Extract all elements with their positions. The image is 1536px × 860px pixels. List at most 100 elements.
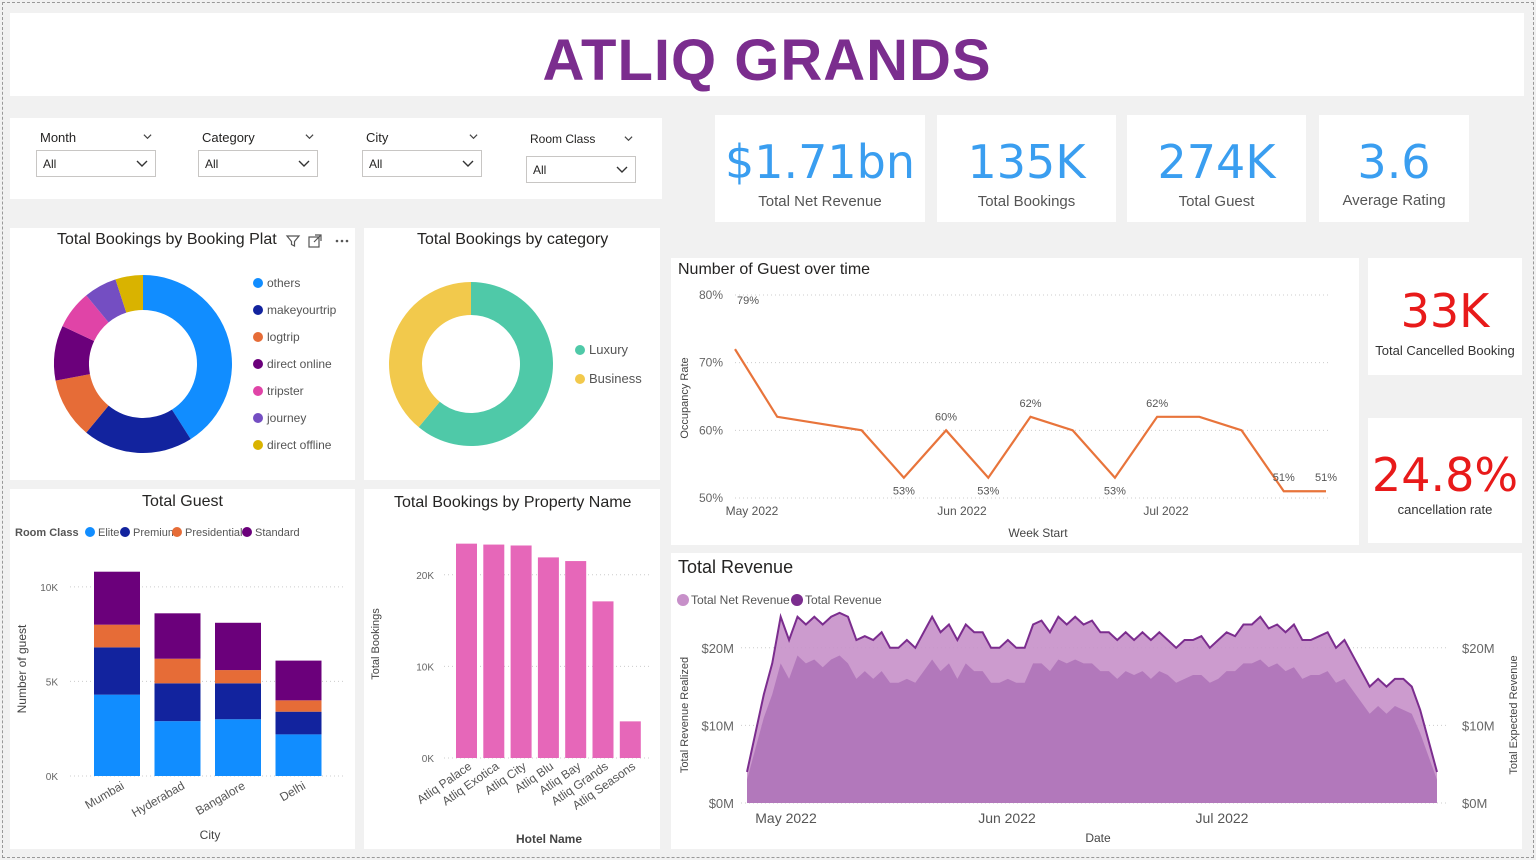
dropdown-value: All <box>369 157 383 171</box>
visual-revenue[interactable]: Total Revenue Total Net Revenue Total Rev… <box>671 553 1522 849</box>
kpi-label: Total Cancelled Booking <box>1375 343 1515 358</box>
legend-marker <box>242 527 252 537</box>
occupancy-line[interactable]: 50% 60% 70% 80% 79% 53% 60% 53% 62% 53% 62% 51% 51% M… <box>671 258 1359 545</box>
dropdown-value: All <box>43 157 57 171</box>
data-point <box>775 414 780 419</box>
dropdown-value: All <box>205 157 219 171</box>
visual-property[interactable]: Total Bookings by Property Name 0K 10K 20K… <box>364 489 660 849</box>
chevron-down-icon[interactable] <box>143 132 152 141</box>
bar-atliq-blu <box>537 557 559 758</box>
occupancy-line-series <box>734 348 1326 493</box>
y-tick-label: 50% <box>699 491 723 505</box>
y-tick-label: $10M <box>701 718 734 733</box>
category-dropdown[interactable]: All <box>198 150 318 177</box>
y-tick-label: 10K <box>416 662 434 673</box>
category-donut[interactable]: Luxury Business <box>364 228 660 480</box>
property-bar[interactable]: 0K10K20KAtliq PalaceAtliq ExoticaAtliq C… <box>364 489 660 849</box>
kpi-value: 24.8% <box>1371 448 1519 502</box>
room-class-dropdown[interactable]: All <box>526 156 636 183</box>
kpi-value: 33K <box>1400 284 1490 338</box>
bar-atliq-bay <box>565 561 587 758</box>
y-tick-label: 70% <box>699 356 723 370</box>
legend-marker <box>575 374 585 384</box>
kpi-label: Average Rating <box>1342 192 1446 209</box>
legend-marker <box>253 386 263 396</box>
data-label: 60% <box>935 411 957 423</box>
kpi-label: Total Net Revenue <box>758 193 882 210</box>
revenue-area[interactable]: Total Net Revenue Total Revenue $0M $0M $10M… <box>671 553 1522 849</box>
visual-occupancy[interactable]: Number of Guest over time 50% 60% 70% 80% 79… <box>671 258 1359 545</box>
y-tick-label: $20M <box>701 641 734 656</box>
legend-marker <box>791 594 803 606</box>
bar-segment <box>275 734 322 776</box>
legend-marker <box>253 332 263 342</box>
x-tick-label: Jul 2022 <box>1196 810 1249 826</box>
legend-label: Total Revenue <box>805 593 882 607</box>
slicer-label: City <box>366 130 389 145</box>
data-label: 51% <box>1315 472 1337 484</box>
x-axis-title: City <box>200 828 221 842</box>
bar-segment <box>154 683 201 722</box>
bar-segment <box>154 721 201 776</box>
legend-label: Luxury <box>589 342 629 357</box>
bar-atliq-palace <box>456 543 477 758</box>
y-axis-title-right: Total Expected Revenue <box>1508 655 1520 774</box>
legend-label: tripster <box>267 384 304 398</box>
kpi-value: 135K <box>967 135 1086 189</box>
data-point <box>1281 489 1286 494</box>
donut-slice-others <box>143 275 233 440</box>
data-point <box>859 428 864 433</box>
platform-donut[interactable]: others makeyourtrip logtrip direct online tr… <box>10 228 355 480</box>
legend-label: logtrip <box>267 330 300 344</box>
legend-marker <box>253 305 263 315</box>
chevron-down-icon <box>298 160 310 167</box>
bar-segment <box>154 613 201 659</box>
chevron-down-icon[interactable] <box>624 134 633 143</box>
city-dropdown[interactable]: All <box>362 150 482 177</box>
guest-stacked-bar[interactable]: Room Class Elite Premium Presidential Standa… <box>10 489 355 849</box>
y-tick-label-right: $0M <box>1462 796 1487 811</box>
bar-atliq-exotica <box>483 544 505 758</box>
data-point <box>986 475 991 480</box>
visual-total-guest[interactable]: Total Guest Room Class Elite Premium Presid… <box>10 489 355 849</box>
data-label: 53% <box>1104 486 1126 498</box>
x-tick-label: Jun 2022 <box>978 810 1036 826</box>
x-tick-label: Bangalore <box>193 778 248 818</box>
x-tick-label: Jul 2022 <box>1143 504 1189 518</box>
y-tick-label: 10K <box>40 583 58 594</box>
bar-segment <box>215 622 261 671</box>
legend-marker <box>253 278 263 288</box>
kpi-label: Total Bookings <box>977 193 1076 210</box>
y-tick-label: 0K <box>46 772 59 783</box>
y-tick-label-right: $20M <box>1462 641 1495 656</box>
legend-marker <box>85 527 95 537</box>
data-point <box>1028 414 1033 419</box>
x-axis-title: Date <box>1085 831 1111 845</box>
legend-marker <box>253 359 263 369</box>
chevron-down-icon[interactable] <box>305 132 314 141</box>
y-tick-label: 20K <box>416 571 434 582</box>
y-axis-title-left: Total Revenue Realized <box>679 657 691 773</box>
chevron-down-icon[interactable] <box>469 132 478 141</box>
bar-atliq-city <box>510 545 532 758</box>
x-tick-label: May 2022 <box>726 504 779 518</box>
chevron-down-icon <box>462 160 474 167</box>
visual-category[interactable]: Total Bookings by category Luxury Busines… <box>364 228 660 480</box>
x-tick-label: Delhi <box>277 778 308 804</box>
kpi-card-rating: 3.6 Average Rating <box>1319 115 1469 222</box>
month-dropdown[interactable]: All <box>36 150 156 177</box>
chevron-down-icon <box>136 160 148 167</box>
bar-segment <box>94 647 140 695</box>
data-point <box>1324 489 1329 494</box>
y-tick-label: $0M <box>709 796 734 811</box>
legend-label: others <box>267 276 300 290</box>
legend-label: Standard <box>255 527 300 539</box>
data-label: 62% <box>1019 398 1041 410</box>
legend-marker <box>172 527 182 537</box>
bar-segment <box>94 624 140 648</box>
visual-booking-platform[interactable]: Total Bookings by Booking Plat others mak… <box>10 228 355 480</box>
legend-title: Room Class <box>15 527 79 539</box>
data-label: 79% <box>737 295 759 307</box>
y-tick-label: 0K <box>422 754 435 765</box>
x-axis-title: Hotel Name <box>516 832 582 846</box>
